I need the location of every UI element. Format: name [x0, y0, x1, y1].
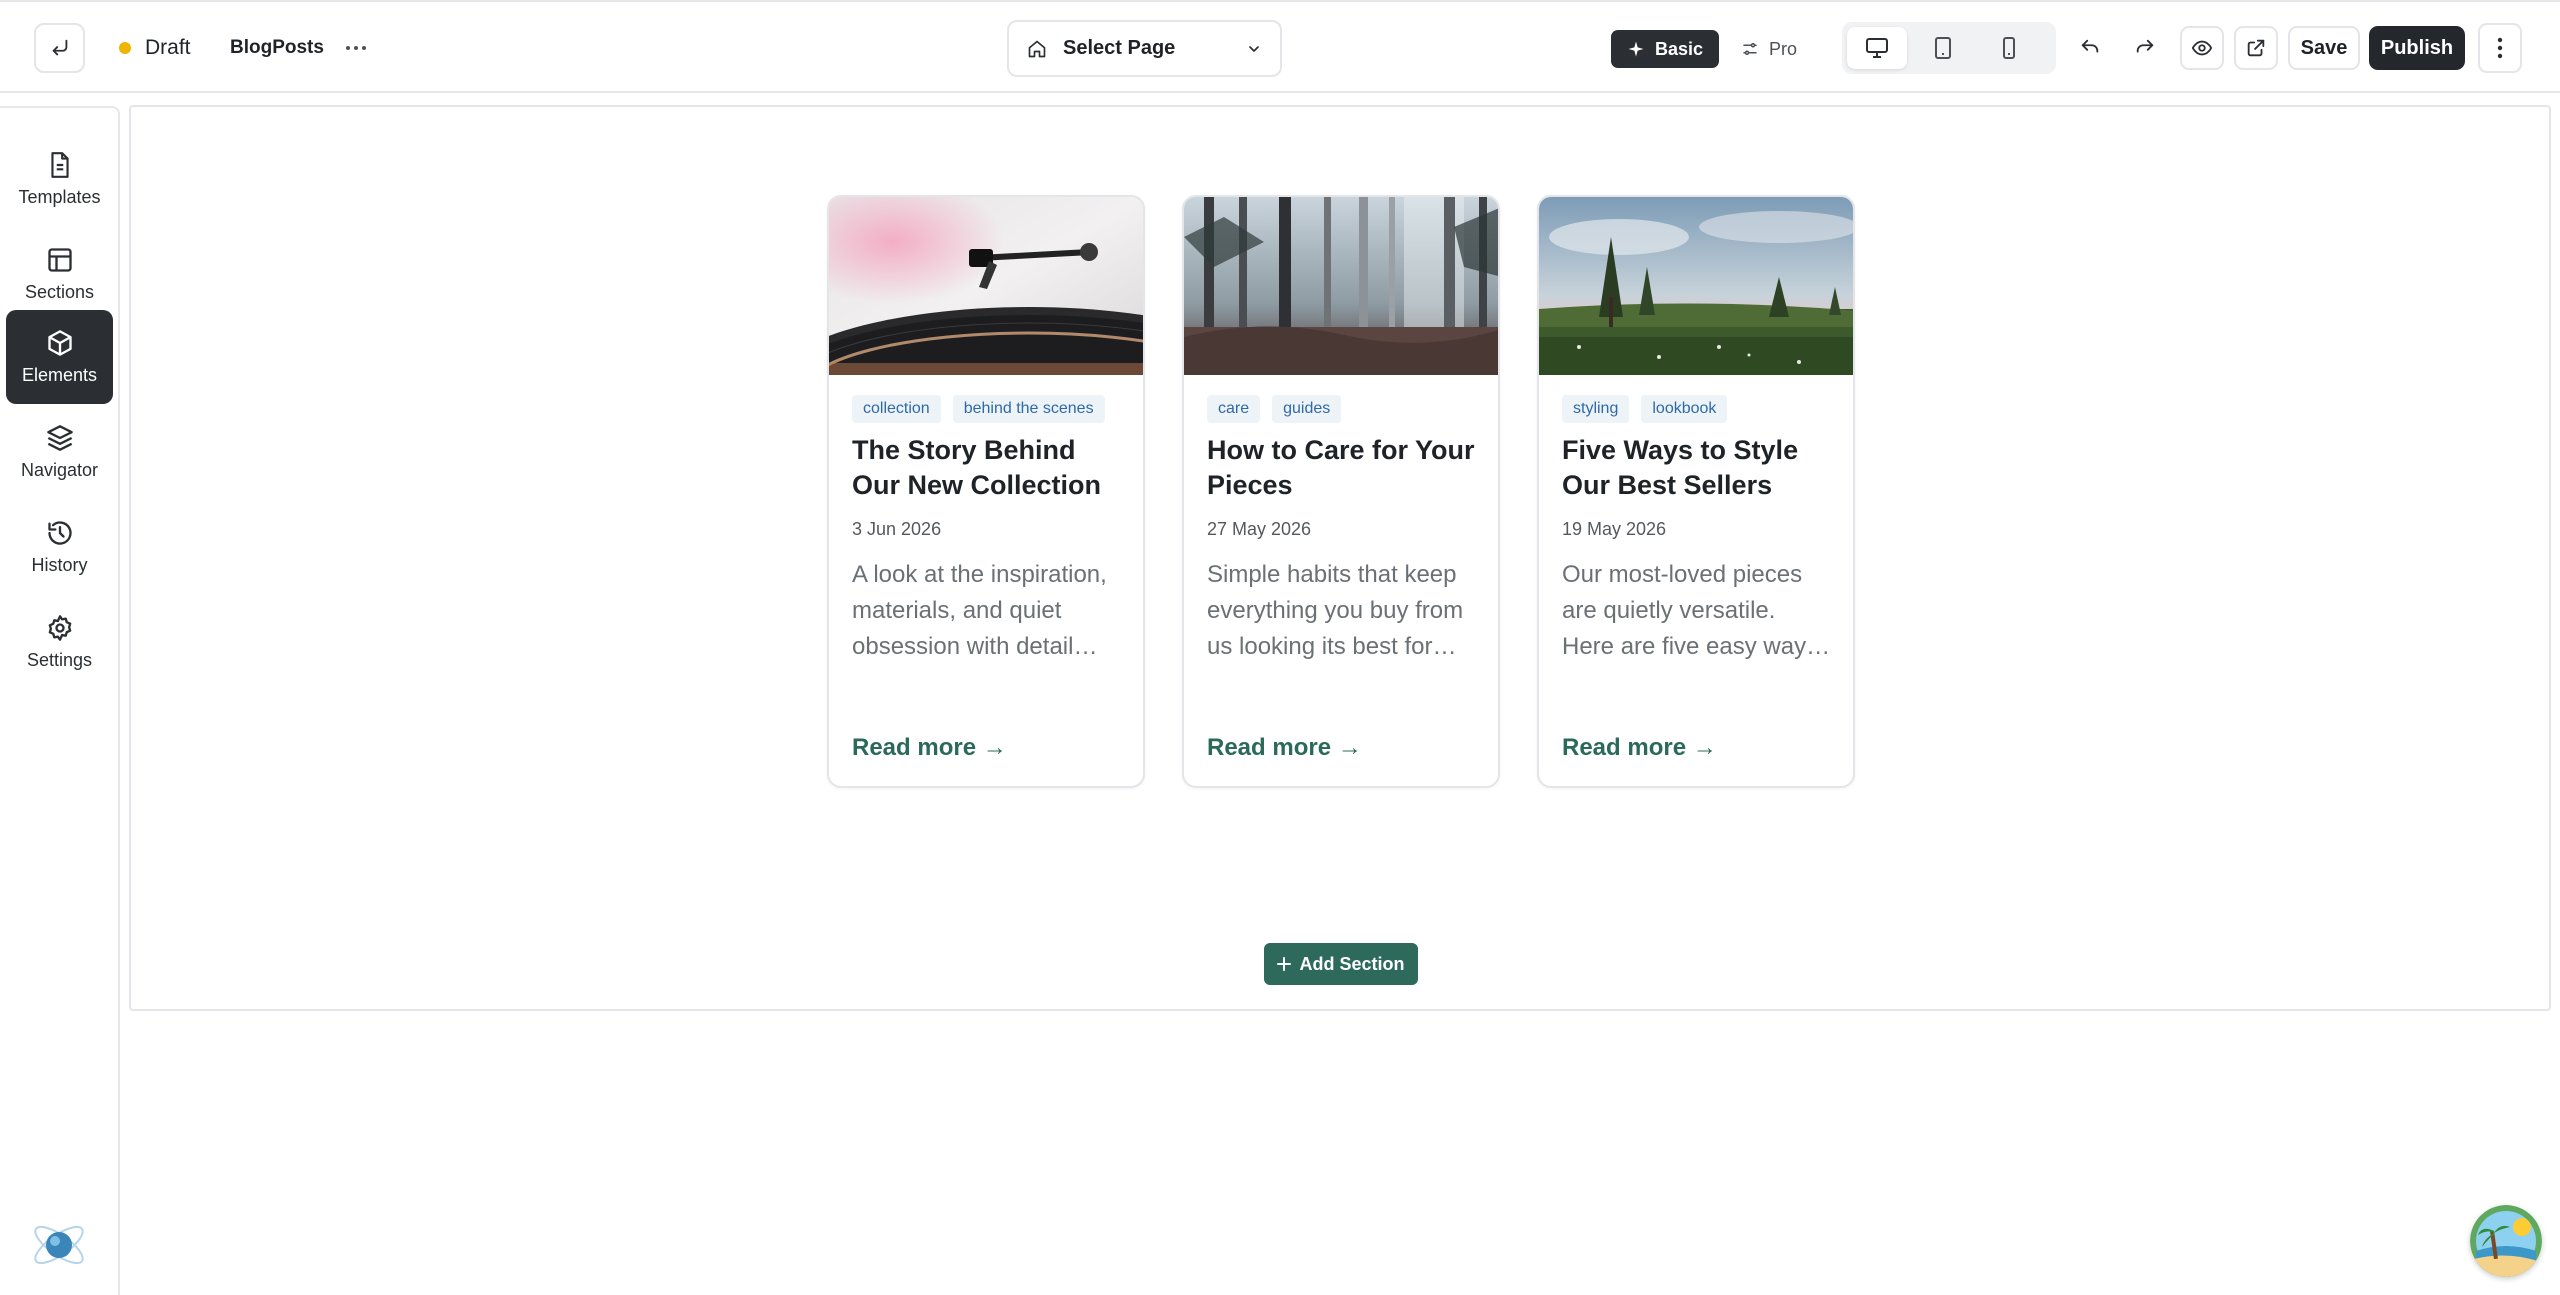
- more-vertical-icon: [2497, 37, 2503, 59]
- post-excerpt: Our most-loved pieces are quietly versat…: [1562, 561, 1831, 660]
- mobile-view-button[interactable]: [1979, 27, 2039, 69]
- page-name: BlogPosts: [230, 37, 324, 58]
- post-image-turntable[interactable]: [829, 197, 1143, 375]
- blog-post-card[interactable]: care guides How to Care for Your Pieces …: [1182, 195, 1500, 788]
- read-more-link[interactable]: Read more →: [852, 734, 1007, 762]
- sidebar-item-history[interactable]: History: [6, 500, 113, 594]
- post-body: care guides How to Care for Your Pieces …: [1207, 395, 1479, 665]
- post-image-meadow[interactable]: [1539, 197, 1853, 375]
- left-sidebar: Templates Sections Elements Navigator Hi…: [0, 106, 120, 1295]
- tablet-icon: [1935, 37, 1951, 59]
- file-icon: [50, 151, 69, 178]
- sidebar-item-label: Settings: [26, 649, 93, 670]
- select-page-dropdown[interactable]: Select Page: [1007, 20, 1282, 77]
- post-body: styling lookbook Five Ways to Style Our …: [1562, 395, 1834, 665]
- blog-post-card[interactable]: styling lookbook Five Ways to Style Our …: [1537, 195, 1855, 788]
- layout-icon: [47, 247, 72, 272]
- tag-badge[interactable]: collection: [852, 395, 941, 423]
- cube-icon: [47, 329, 72, 356]
- blog-post-card[interactable]: collection behind the scenes The Story B…: [827, 195, 1145, 788]
- redo-button[interactable]: [2125, 28, 2165, 68]
- mode-basic-button[interactable]: Basic: [1611, 30, 1720, 68]
- save-button[interactable]: Save: [2288, 26, 2360, 70]
- sliders-icon: [1743, 43, 1757, 55]
- more-options-button[interactable]: [2478, 23, 2522, 73]
- preview-button[interactable]: [2180, 26, 2224, 70]
- status-dot: [119, 42, 131, 54]
- desktop-view-button[interactable]: [1847, 27, 1907, 69]
- open-live-button[interactable]: [2234, 26, 2278, 70]
- sparkle-icon: [1628, 41, 1644, 57]
- mode-pro-label: Pro: [1769, 38, 1798, 59]
- post-date: 19 May 2026: [1562, 519, 1667, 539]
- mobile-icon: [2003, 37, 2015, 59]
- select-page-label: Select Page: [1063, 37, 1176, 59]
- sidebar-item-label: Sections: [24, 281, 95, 302]
- publish-button[interactable]: Publish: [2369, 26, 2465, 70]
- beach-avatar-icon: [2470, 1205, 2542, 1277]
- sidebar-item-settings[interactable]: Settings: [6, 595, 113, 689]
- orbit-logo-icon: [34, 1225, 84, 1265]
- editor-mode-toggle: Basic Pro: [1611, 26, 1835, 72]
- app-logo[interactable]: [28, 1214, 90, 1276]
- status-label: Draft: [145, 36, 191, 59]
- external-link-icon: [2247, 39, 2265, 57]
- post-excerpt: Simple habits that keep everything you b…: [1207, 561, 1464, 660]
- sidebar-item-templates[interactable]: Templates: [6, 132, 113, 226]
- read-more-link[interactable]: Read more →: [1562, 734, 1717, 762]
- sidebar-item-label: Elements: [21, 364, 98, 385]
- mode-pro-button[interactable]: Pro: [1725, 30, 1813, 68]
- device-preview-switcher: [1842, 22, 2056, 74]
- assistant-avatar[interactable]: [2470, 1205, 2542, 1277]
- post-tags: care guides: [1207, 395, 1479, 423]
- draft-status: Draft: [119, 32, 191, 64]
- history-icon: [47, 520, 72, 545]
- sidebar-item-sections[interactable]: Sections: [6, 227, 113, 321]
- tag-badge[interactable]: guides: [1272, 395, 1342, 423]
- post-title[interactable]: The Story Behind Our New Collection: [852, 433, 1124, 503]
- post-date: 27 May 2026: [1207, 519, 1312, 539]
- post-excerpt: A look at the inspiration, materials, an…: [852, 561, 1107, 660]
- sidebar-item-label: Navigator: [20, 459, 99, 480]
- tag-badge[interactable]: behind the scenes: [952, 395, 1105, 423]
- mode-basic-label: Basic: [1655, 38, 1704, 59]
- desktop-icon: [1866, 38, 1888, 58]
- layers-icon: [46, 424, 73, 451]
- post-body: collection behind the scenes The Story B…: [852, 395, 1124, 665]
- post-date: 3 Jun 2026: [852, 519, 942, 539]
- top-toolbar: Draft BlogPosts Select Page Basic Pro Sa…: [0, 0, 2560, 93]
- undo-button[interactable]: [2070, 28, 2110, 68]
- chevron-down-icon: [1246, 41, 1262, 57]
- sidebar-item-navigator[interactable]: Navigator: [6, 405, 113, 499]
- exit-editor-button[interactable]: [34, 23, 85, 73]
- home-icon: [1028, 40, 1046, 57]
- return-arrow-icon: [52, 39, 67, 56]
- sidebar-item-elements[interactable]: Elements: [6, 310, 113, 404]
- add-section-button[interactable]: Add Section: [1264, 943, 1418, 985]
- gear-icon: [48, 614, 71, 641]
- page-options-button[interactable]: [340, 32, 372, 64]
- sidebar-item-label: Templates: [18, 186, 101, 207]
- redo-icon: [2136, 39, 2154, 53]
- more-horizontal-icon: [346, 46, 366, 50]
- add-section-label: Add Section: [1299, 953, 1405, 974]
- post-tags: styling lookbook: [1562, 395, 1834, 423]
- tag-badge[interactable]: styling: [1562, 395, 1630, 423]
- tablet-view-button[interactable]: [1913, 27, 1973, 69]
- page-canvas[interactable]: collection behind the scenes The Story B…: [129, 105, 2551, 1011]
- post-tags: collection behind the scenes: [852, 395, 1124, 423]
- plus-icon: [1277, 957, 1292, 971]
- tag-badge[interactable]: lookbook: [1641, 395, 1728, 423]
- post-image-forest[interactable]: [1184, 197, 1498, 375]
- post-title[interactable]: How to Care for Your Pieces: [1207, 433, 1479, 503]
- read-more-link[interactable]: Read more →: [1207, 734, 1362, 762]
- undo-icon: [2081, 39, 2099, 53]
- post-title[interactable]: Five Ways to Style Our Best Sellers: [1562, 433, 1834, 503]
- eye-icon: [2191, 40, 2213, 56]
- tag-badge[interactable]: care: [1207, 395, 1261, 423]
- sidebar-item-label: History: [31, 554, 88, 575]
